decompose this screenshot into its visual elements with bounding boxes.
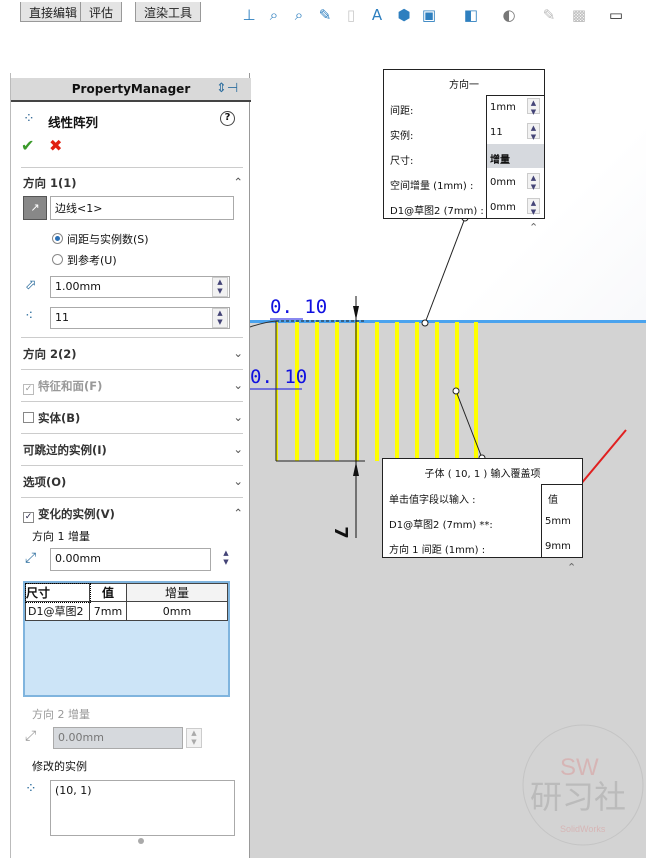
property-manager: PropertyManager ⇕⊣ ⁘ 线性阵列 ? ✔ ✖ 方向 1(1) ⌃… — [10, 73, 251, 858]
dimension-label[interactable]: 0. 10 — [270, 296, 327, 318]
section-title: 特征和面(F) — [38, 379, 103, 393]
dimension-increment-value[interactable]: 0mm — [490, 202, 516, 213]
collapse-callout-icon[interactable]: ⌃ — [529, 221, 538, 234]
spacing-input[interactable]: 1.00mm — [50, 276, 230, 298]
section-instances-to-skip[interactable]: 可跳过的实例(I) ⌄ — [23, 442, 243, 458]
section-title: 可跳过的实例(I) — [23, 443, 107, 457]
varied-dimensions-table: 尺寸 值 增量 D1@草图2 7mm 0mm — [23, 581, 230, 697]
dir1-increment-stepper[interactable]: ▲ ▼ — [218, 549, 234, 569]
instance-count-stepper[interactable]: ▲ ▼ — [212, 308, 228, 328]
spacing-increment-value[interactable]: 0mm — [490, 177, 516, 188]
dir1-increment-label: 方向 1 增量 — [32, 530, 90, 543]
callout-label: 实例: — [390, 131, 414, 142]
section-title: 选项(O) — [23, 475, 67, 489]
section-direction2[interactable]: 方向 2(2) ⌄ — [23, 346, 243, 362]
column-header[interactable]: 值 — [89, 583, 127, 602]
table-row[interactable]: D1@草图2 7mm 0mm — [25, 601, 228, 621]
modified-instances-list[interactable]: (10, 1) — [50, 780, 235, 836]
modified-instances-icon: ⁘ — [25, 781, 37, 797]
dir1-increment-input[interactable]: 0.00mm — [50, 548, 211, 571]
callout-label: 间距: — [390, 106, 414, 117]
callout-title: 子体 ( 10, 1 ) 输入覆盖项 — [424, 469, 541, 480]
spacing-stepper[interactable]: ▲ ▼ — [212, 277, 228, 297]
section-varied-instances[interactable]: ✓ 变化的实例(V) ⌃ — [23, 506, 243, 523]
svg-text:SW: SW — [560, 754, 599, 781]
dimension-label[interactable]: 0. 10 — [250, 366, 307, 388]
value-header: 值 — [548, 495, 558, 506]
column-header[interactable]: 增量 — [126, 583, 228, 602]
checkbox[interactable]: ✓ — [23, 512, 34, 523]
section-title: 方向 2(2) — [23, 347, 77, 361]
watermark-logo: SW 研习社 SolidWorks — [522, 724, 644, 846]
section-title: 方向 1(1) — [23, 176, 77, 190]
property-manager-header: PropertyManager — [11, 78, 251, 102]
callout-label: 尺寸: — [390, 156, 414, 167]
override-dimension-value[interactable]: 5mm — [545, 516, 571, 527]
linear-pattern-icon: ⁘ — [23, 111, 35, 127]
section-options[interactable]: 选项(O) ⌄ — [23, 474, 243, 490]
radio-label: 到参考(U) — [67, 254, 117, 267]
radio-spacing-instances[interactable]: 间距与实例数(S) — [52, 231, 149, 247]
instance-override-callout: 子体 ( 10, 1 ) 输入覆盖项 单击值字段以输入 : D1@草图2 (7m… — [382, 458, 583, 558]
feature-title: 线性阵列 — [48, 115, 99, 130]
modified-instances-label: 修改的实例 — [32, 760, 87, 773]
pin-icon[interactable]: ⇕⊣ — [216, 81, 238, 96]
override-spacing-value[interactable]: 9mm — [545, 541, 571, 552]
chevron-down-icon[interactable]: ⌄ — [233, 474, 243, 488]
chevron-up-icon[interactable]: ⌃ — [233, 175, 243, 189]
table-cell[interactable]: D1@草图2 — [25, 601, 90, 621]
svg-text:SolidWorks: SolidWorks — [560, 824, 606, 834]
instance-count-input[interactable]: 11 — [50, 307, 230, 329]
dir2-increment-stepper[interactable]: ▲ ▼ — [186, 728, 202, 748]
radio-up-to-reference[interactable]: 到参考(U) — [52, 252, 117, 268]
svg-text:研习社: 研习社 — [530, 778, 626, 816]
cancel-x-icon[interactable]: ✖ — [49, 136, 62, 155]
help-icon[interactable]: ? — [220, 111, 235, 126]
callout-label: 空间增量 (1mm) : — [390, 181, 474, 192]
direction1-callout: 方向一 间距: 实例: 尺寸: 空间增量 (1mm) : D1@草图2 (7mm… — [383, 69, 545, 219]
radio-icon — [52, 233, 63, 244]
callout-title: 方向一 — [449, 80, 479, 91]
dimension-label[interactable]: 7 — [330, 526, 351, 539]
spacing-d1-icon: ⬀ — [25, 277, 37, 293]
spacing-value[interactable]: 1mm — [490, 102, 516, 113]
collapse-callout-icon[interactable]: ⌃ — [567, 561, 576, 574]
dir2-increment-input[interactable]: 0.00mm — [53, 727, 183, 749]
increment-icon: ⤢ — [25, 550, 37, 566]
checkbox[interactable] — [23, 412, 34, 423]
callout-label: D1@草图2 (7mm) : — [390, 206, 484, 217]
section-title: 实体(B) — [38, 411, 81, 425]
chevron-down-icon[interactable]: ⌄ — [233, 410, 243, 424]
instances-value[interactable]: 11 — [490, 127, 503, 138]
column-header[interactable]: 尺寸 — [24, 582, 91, 603]
direction-arrow-icon[interactable]: ↗ — [23, 196, 47, 220]
dimension-mode-value[interactable]: 增量 — [490, 151, 510, 166]
ok-check-icon[interactable]: ✔ — [21, 136, 34, 155]
callout-label: 方向 1 间距 (1mm) : — [389, 545, 486, 556]
table-cell[interactable]: 7mm — [89, 601, 127, 621]
chevron-down-icon[interactable]: ⌄ — [233, 346, 243, 360]
callout-label: 单击值字段以输入 : — [389, 495, 476, 506]
table-cell[interactable]: 0mm — [126, 601, 228, 621]
section-bodies[interactable]: 实体(B) ⌄ — [23, 410, 243, 426]
chevron-down-icon[interactable]: ⌄ — [233, 378, 243, 392]
instance-count-icon: ⁖ — [25, 308, 34, 324]
radio-icon — [52, 254, 63, 265]
section-direction1[interactable]: 方向 1(1) ⌃ — [23, 175, 243, 191]
section-features-faces[interactable]: ✓ 特征和面(F) ⌄ — [23, 378, 243, 395]
radio-label: 间距与实例数(S) — [67, 233, 149, 246]
callout-label: D1@草图2 (7mm) **: — [389, 520, 493, 531]
direction-edge-field[interactable]: 边线<1> — [50, 196, 234, 220]
increment-icon: ⤢ — [25, 728, 37, 744]
chevron-down-icon[interactable]: ⌄ — [233, 442, 243, 456]
dir2-increment-label: 方向 2 增量 — [32, 708, 90, 721]
chevron-up-icon[interactable]: ⌃ — [233, 506, 243, 520]
checkbox[interactable]: ✓ — [23, 384, 34, 395]
section-title: 变化的实例(V) — [38, 507, 115, 521]
resize-grip[interactable] — [138, 838, 144, 844]
